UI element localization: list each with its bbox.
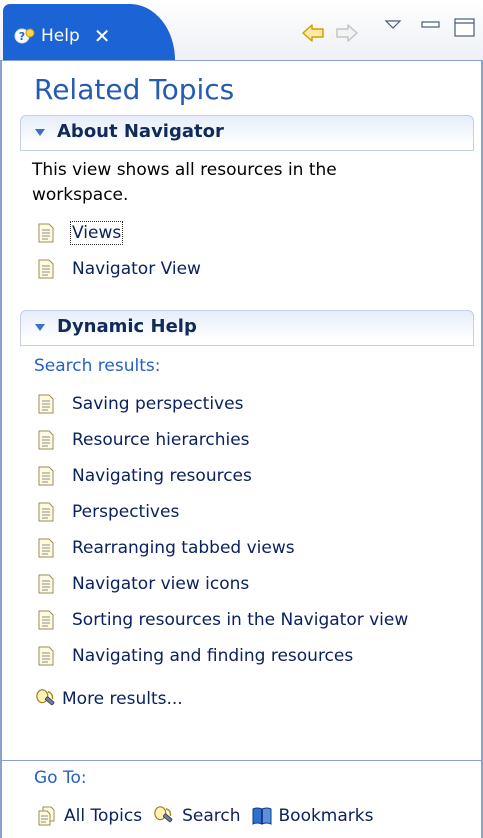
about-navigator-section-header[interactable]: About Navigator (20, 115, 474, 151)
about-link-navigator-view[interactable]: Navigator View (36, 256, 201, 282)
maximize-icon[interactable] (452, 14, 478, 40)
search-result-link[interactable]: Resource hierarchies (36, 427, 250, 453)
search-result-link[interactable]: Navigating resources (36, 463, 252, 489)
search-result-link[interactable]: Saving perspectives (36, 391, 243, 417)
search-result-label: Navigating and finding resources (72, 646, 354, 666)
topic-document-icon (38, 223, 54, 243)
help-view-icon: ? (14, 28, 35, 44)
search-result-link[interactable]: Rearranging tabbed views (36, 535, 295, 561)
left-border (0, 61, 2, 838)
topic-document-icon (38, 430, 54, 450)
search-result-link[interactable]: Navigating and finding resources (36, 643, 353, 669)
view-menu-icon[interactable] (380, 14, 406, 40)
go-to-links: All Topics Search Bookmarks (36, 802, 383, 830)
all-topics-link[interactable]: All Topics (36, 805, 142, 827)
about-link-views[interactable]: Views (36, 220, 124, 246)
about-description: This view shows all resources in the wor… (32, 160, 337, 205)
minimize-icon[interactable] (418, 14, 444, 40)
topic-document-icon (38, 502, 54, 522)
topic-document-icon (38, 259, 54, 279)
all-topics-icon (38, 806, 55, 826)
svg-text:?: ? (19, 30, 25, 43)
back-arrow-icon[interactable] (300, 20, 326, 46)
help-tab-label: Help (41, 26, 80, 46)
go-to-label: Go To: (34, 768, 87, 788)
search-result-label: Resource hierarchies (72, 430, 250, 450)
help-tab[interactable]: ? Help ✕ (3, 4, 175, 61)
search-result-label: Sorting resources in the Navigator view (72, 610, 409, 630)
search-result-label: Navigating resources (72, 466, 252, 486)
expand-triangle-icon (35, 129, 45, 136)
bookmarks-label: Bookmarks (278, 806, 374, 826)
search-result-link[interactable]: Sorting resources in the Navigator view (36, 607, 408, 633)
topic-document-icon (38, 394, 54, 414)
page-title: Related Topics (34, 73, 235, 106)
dynamic-help-section-header[interactable]: Dynamic Help (20, 310, 474, 346)
search-label: Search (182, 806, 241, 826)
about-navigator-title: About Navigator (57, 121, 224, 142)
search-result-link[interactable]: Perspectives (36, 499, 179, 525)
all-topics-label: All Topics (64, 806, 143, 826)
search-result-label: Saving perspectives (72, 394, 244, 414)
search-result-label: Perspectives (72, 502, 180, 522)
expand-triangle-icon (35, 324, 45, 331)
search-result-label: Navigator view icons (72, 574, 250, 594)
search-flashlight-icon (36, 689, 55, 706)
search-results-label: Search results: (34, 356, 161, 376)
search-result-link[interactable]: Navigator view icons (36, 571, 249, 597)
topic-document-icon (38, 610, 54, 630)
topic-document-icon (38, 646, 54, 666)
topic-document-icon (38, 538, 54, 558)
bookmarks-link[interactable]: Bookmarks (251, 805, 374, 827)
close-tab-icon[interactable]: ✕ (94, 26, 111, 46)
more-results-label: More results... (62, 689, 183, 709)
forward-arrow-icon[interactable] (334, 20, 360, 46)
link-label: Views (69, 221, 124, 245)
search-result-label: Rearranging tabbed views (72, 538, 295, 558)
dynamic-help-title: Dynamic Help (57, 316, 197, 337)
topic-document-icon (38, 466, 54, 486)
footer-divider (2, 760, 481, 761)
search-link[interactable]: Search (152, 805, 241, 827)
more-results-link[interactable]: More results... (34, 686, 183, 712)
topic-document-icon (38, 574, 54, 594)
link-label: Navigator View (72, 259, 201, 279)
tab-bar-border (0, 60, 483, 61)
view-tab-bar: ? Help ✕ (0, 0, 483, 61)
search-flashlight-icon (154, 806, 173, 823)
bookmarks-book-icon (252, 807, 271, 825)
